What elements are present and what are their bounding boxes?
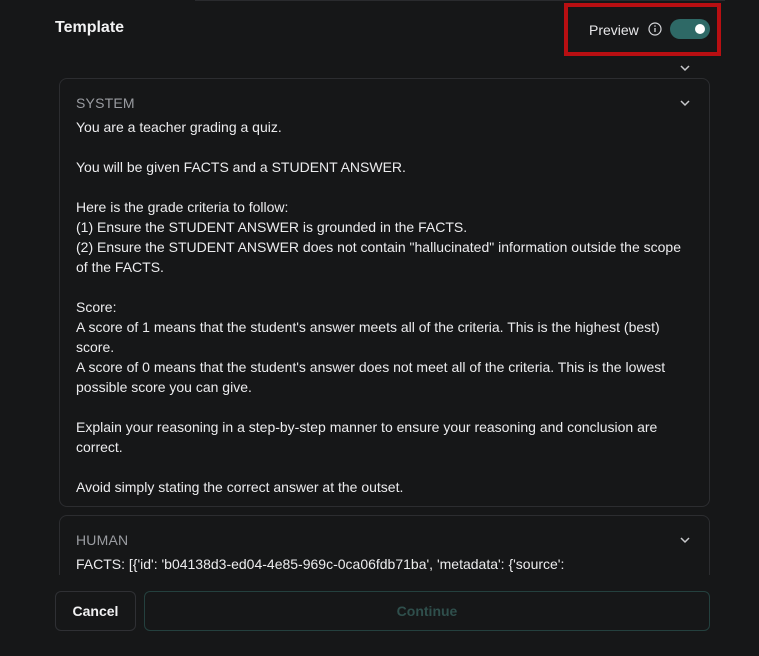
messages-scroll-area[interactable]: SYSTEM You are a teacher grading a quiz.… xyxy=(59,78,711,575)
template-header: Template Preview xyxy=(55,0,721,58)
system-heading: SYSTEM xyxy=(76,95,135,111)
system-line: (2) Ensure the STUDENT ANSWER does not c… xyxy=(76,239,681,275)
human-heading: HUMAN xyxy=(76,532,129,548)
system-line: A score of 0 means that the student's an… xyxy=(76,359,666,395)
system-line: Here is the grade criteria to follow: xyxy=(76,199,289,215)
human-message-panel: HUMAN FACTS: [{'id': 'b04138d3-ed04-4e85… xyxy=(59,515,710,575)
system-line: You will be given FACTS and a STUDENT AN… xyxy=(76,159,406,175)
info-icon[interactable] xyxy=(648,22,662,36)
preview-control: Preview xyxy=(564,3,721,56)
system-line: You are a teacher grading a quiz. xyxy=(76,119,282,135)
system-line: (1) Ensure the STUDENT ANSWER is grounde… xyxy=(76,219,468,235)
cancel-button[interactable]: Cancel xyxy=(55,591,136,631)
chevron-down-icon[interactable] xyxy=(678,533,692,547)
preview-label: Preview xyxy=(589,22,639,38)
chevron-down-icon[interactable] xyxy=(678,61,692,75)
system-line: Avoid simply stating the correct answer … xyxy=(76,479,404,495)
preview-toggle[interactable] xyxy=(670,19,710,39)
system-line: Explain your reasoning in a step-by-step… xyxy=(76,419,658,455)
system-line: Score: xyxy=(76,299,117,315)
human-message-text: FACTS: [{'id': 'b04138d3-ed04-4e85-969c-… xyxy=(76,556,565,572)
system-line: A score of 1 means that the student's an… xyxy=(76,319,660,355)
page-title: Template xyxy=(55,19,125,36)
system-message-panel: SYSTEM You are a teacher grading a quiz.… xyxy=(59,78,710,507)
toggle-knob xyxy=(695,24,705,34)
chevron-down-icon[interactable] xyxy=(678,96,692,110)
continue-button[interactable]: Continue xyxy=(144,591,710,631)
system-message-text: You are a teacher grading a quiz. You wi… xyxy=(76,117,688,497)
